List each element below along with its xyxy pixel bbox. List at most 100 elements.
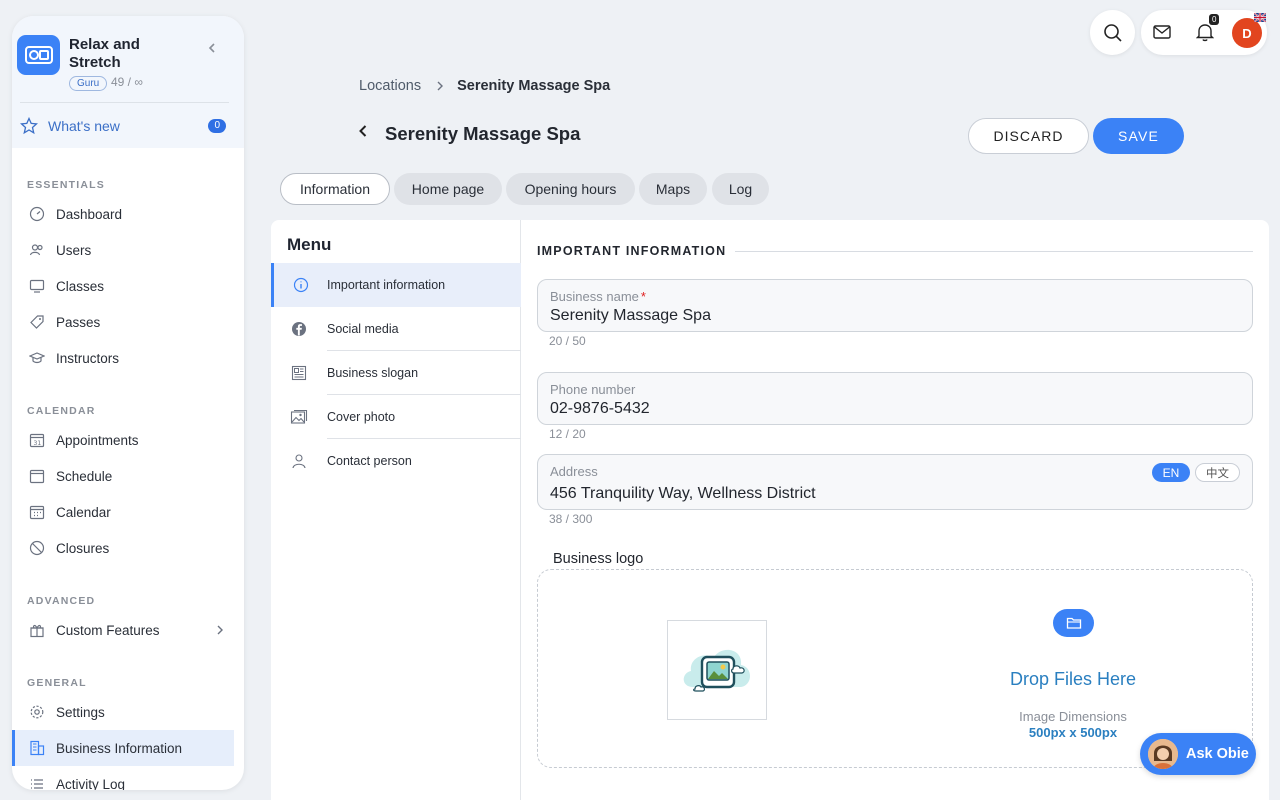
gauge-icon — [29, 206, 45, 222]
nav-custom-features[interactable]: Custom Features — [12, 612, 234, 648]
collapse-sidebar-button[interactable] — [205, 41, 219, 55]
nav-label: Calendar — [56, 504, 111, 520]
breadcrumb: Locations Serenity Massage Spa — [359, 78, 610, 94]
notification-count: 0 — [1209, 14, 1220, 25]
page-title: Serenity Massage Spa — [385, 123, 581, 144]
nav-label: Business Information — [56, 740, 183, 756]
nav-users[interactable]: Users — [12, 232, 234, 268]
menu-item-business-slogan[interactable]: Business slogan — [271, 351, 521, 395]
nav-dashboard[interactable]: Dashboard — [12, 196, 234, 232]
image-placeholder-icon — [683, 649, 750, 692]
nav-activity-log[interactable]: Activity Log — [12, 766, 234, 790]
nav-settings[interactable]: Settings — [12, 694, 234, 730]
ask-obie-button[interactable]: Ask Obie — [1140, 733, 1256, 775]
discard-button[interactable]: DISCARD — [968, 118, 1089, 154]
users-icon — [29, 244, 43, 256]
list-icon — [31, 779, 43, 789]
chevron-right-icon — [217, 625, 223, 635]
menu-item-cover-photo[interactable]: Cover photo — [271, 395, 521, 439]
language-flag-icon[interactable] — [1254, 13, 1266, 22]
browse-files-button[interactable] — [1053, 609, 1094, 637]
image-dimensions-label: Image Dimensions — [1019, 709, 1127, 724]
menu-item-label: Social media — [327, 322, 399, 336]
org-name: Relax and Stretch — [69, 36, 140, 71]
sidebar-header: Relax and Stretch Guru 49 / ∞ What's new… — [12, 16, 244, 148]
search-icon — [1103, 23, 1122, 42]
nav-instructors[interactable]: Instructors — [12, 340, 234, 376]
search-button[interactable] — [1090, 10, 1135, 55]
menu-item-label: Contact person — [327, 454, 412, 468]
svg-text:31: 31 — [34, 440, 42, 447]
nav-label: Dashboard — [56, 206, 123, 222]
field-label: Business name * — [550, 289, 646, 304]
nav-schedule[interactable]: Schedule — [12, 458, 234, 494]
address-counter: 38 / 300 — [549, 512, 593, 526]
tab-log[interactable]: Log — [712, 173, 769, 205]
user-avatar[interactable]: D — [1232, 18, 1262, 48]
address-field[interactable]: Address 456 Tranquility Way, Wellness Di… — [537, 454, 1253, 510]
business-name-field[interactable]: Business name * Serenity Massage Spa — [537, 279, 1253, 332]
logo-preview — [667, 620, 767, 720]
nav-business-information[interactable]: Business Information — [12, 730, 234, 766]
calendar-icon — [29, 469, 45, 484]
nav-label: Settings — [56, 704, 105, 720]
plan-badge: Guru — [69, 76, 108, 91]
tab-maps[interactable]: Maps — [639, 173, 707, 205]
image-icon — [290, 409, 308, 424]
graduation-cap-icon — [29, 352, 45, 364]
menu-item-important-information[interactable]: Important information — [271, 263, 521, 307]
language-en-toggle[interactable]: EN — [1152, 463, 1190, 482]
save-button[interactable]: SAVE — [1093, 118, 1184, 154]
phone-number-field[interactable]: Phone number 02-9876-5432 — [537, 372, 1253, 425]
whats-new-label: What's new — [48, 118, 120, 134]
org-logo-icon — [24, 46, 53, 64]
prohibited-icon — [29, 540, 45, 556]
section-title-calendar: CALENDAR — [27, 405, 96, 417]
nav-label: Schedule — [56, 468, 113, 484]
chevron-right-icon — [437, 81, 444, 91]
nav-label: Classes — [56, 278, 105, 294]
phone-number-value: 02-9876-5432 — [550, 400, 650, 417]
whats-new-link[interactable]: What's new 0 — [20, 116, 226, 136]
required-marker: * — [640, 289, 646, 304]
breadcrumb-current: Serenity Massage Spa — [457, 78, 611, 94]
tab-home-page[interactable]: Home page — [394, 173, 502, 205]
breadcrumb-locations[interactable]: Locations — [359, 78, 421, 94]
assistant-avatar — [1148, 739, 1178, 769]
menu-item-social-media[interactable]: Social media — [271, 307, 521, 351]
menu-item-contact-person[interactable]: Contact person — [271, 439, 521, 483]
org-logo[interactable] — [17, 35, 60, 75]
sidebar: Relax and Stretch Guru 49 / ∞ What's new… — [12, 16, 244, 790]
content-card: Menu Important information Social media … — [271, 220, 1269, 800]
section-title-general: GENERAL — [27, 677, 87, 689]
nav-appointments[interactable]: 31 Appointments — [12, 422, 234, 458]
building-icon — [30, 740, 45, 756]
address-value: 456 Tranquility Way, Wellness District — [550, 485, 816, 502]
nav-classes[interactable]: Classes — [12, 268, 234, 304]
info-icon — [293, 277, 308, 293]
nav-passes[interactable]: Passes — [12, 304, 234, 340]
nav-closures[interactable]: Closures — [12, 530, 234, 566]
business-name-value: Serenity Massage Spa — [550, 307, 711, 324]
menu-title: Menu — [287, 235, 332, 254]
messages-button[interactable] — [1151, 23, 1173, 41]
calendar-31-icon: 31 — [29, 433, 45, 448]
nav-label: Custom Features — [56, 622, 160, 638]
back-button[interactable] — [356, 123, 370, 139]
section-title-essentials: ESSENTIALS — [27, 179, 105, 191]
business-name-counter: 20 / 50 — [549, 334, 586, 348]
person-icon — [292, 454, 306, 469]
drop-files-text: Drop Files Here — [1009, 669, 1137, 689]
assistant-avatar-icon — [1148, 739, 1178, 769]
whats-new-count: 0 — [208, 119, 226, 133]
monitor-icon — [29, 279, 45, 293]
notifications-button[interactable] — [1196, 22, 1214, 42]
nav-calendar[interactable]: Calendar — [12, 494, 234, 530]
tab-information[interactable]: Information — [280, 173, 390, 205]
business-logo-label: Business logo — [553, 551, 644, 567]
nav-label: Appointments — [56, 432, 139, 448]
language-zh-toggle[interactable]: 中文 — [1195, 463, 1240, 482]
mail-icon — [1153, 25, 1171, 39]
tab-opening-hours[interactable]: Opening hours — [506, 173, 635, 205]
divider — [20, 102, 229, 103]
